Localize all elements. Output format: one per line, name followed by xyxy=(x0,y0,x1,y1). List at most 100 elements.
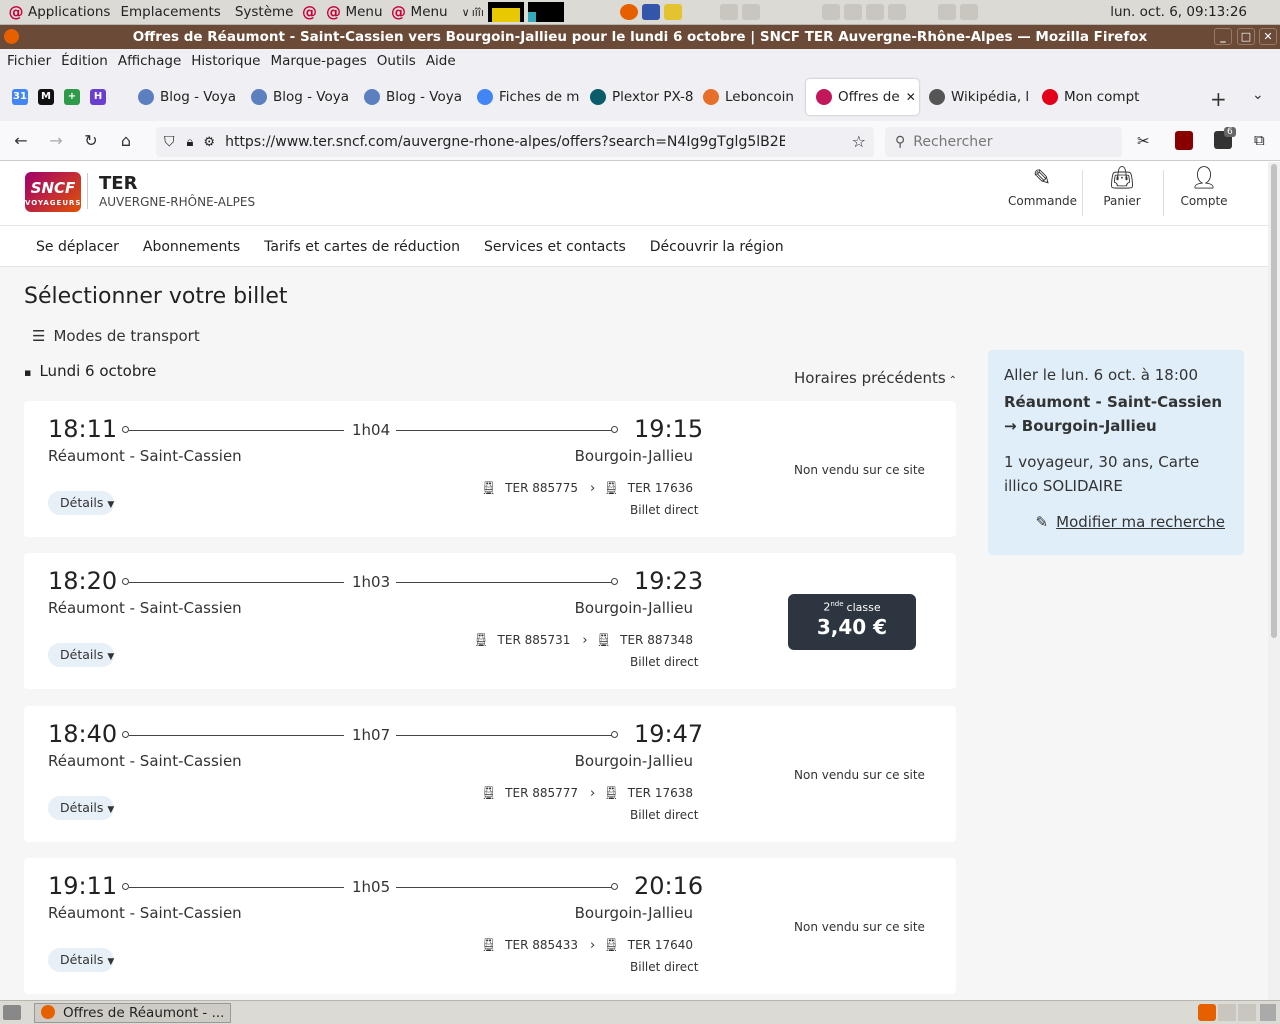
clock[interactable]: lun. oct. 6, 09:13:26 xyxy=(1110,4,1247,20)
price-button[interactable]: 2nde classe 3,40 € xyxy=(788,594,916,650)
speaker-icon[interactable] xyxy=(959,4,978,20)
printer-icon[interactable] xyxy=(741,4,760,20)
shield-icon[interactable]: ⛉ xyxy=(164,134,175,150)
places-menu[interactable]: Emplacements xyxy=(120,4,220,20)
menu-launcher-1[interactable]: @ Menu xyxy=(325,3,383,21)
menu-marque-pages[interactable]: Marque-pages xyxy=(271,53,367,69)
compte-button[interactable]: 👤︎ Compte xyxy=(1178,166,1230,208)
details-label: Détails xyxy=(60,495,104,510)
tab-label: Wikipédia, l xyxy=(951,89,1030,105)
nav-decouvrir[interactable]: Découvrir la région xyxy=(650,239,784,255)
workspace-3[interactable] xyxy=(1238,1004,1256,1021)
details-button[interactable]: Détails ▼ xyxy=(48,491,114,515)
minimize-button[interactable]: _ xyxy=(1214,28,1232,45)
url-text[interactable]: https://www.ter.sncf.com/auvergne-rhone-… xyxy=(225,134,785,150)
url-bar[interactable]: ⛉ 🔒︎ ⚙ https://www.ter.sncf.com/auvergne… xyxy=(156,127,874,157)
volume-icon[interactable] xyxy=(843,4,862,20)
list-tabs-icon[interactable]: ⌄ xyxy=(1252,87,1264,103)
vscode-icon[interactable] xyxy=(641,4,660,20)
taskbar-window-button[interactable]: Offres de Réaumont - ... xyxy=(34,1003,231,1023)
tab[interactable]: Fiches de m xyxy=(467,79,580,115)
close-tab-icon[interactable]: ✕ xyxy=(906,90,916,104)
close-window-button[interactable]: ✕ xyxy=(1259,28,1277,45)
journey-card[interactable]: 18:40 19:47 1h07 Réaumont - Saint-Cassien Bo… xyxy=(24,706,956,842)
forward-icon[interactable]: → xyxy=(42,127,70,155)
nav-services[interactable]: Services et contacts xyxy=(484,239,626,255)
new-tab-button[interactable]: + xyxy=(1210,87,1227,111)
journey-card[interactable]: 19:11 20:16 1h05 Réaumont - Saint-Cassien Bo… xyxy=(24,858,956,994)
signal-icon: ıîîı xyxy=(471,5,484,19)
tab[interactable]: Blog - Voya xyxy=(128,79,241,115)
debian-icon: @ xyxy=(325,3,341,21)
reload-icon[interactable]: ↻ xyxy=(77,127,105,155)
lock-icon[interactable]: 🔒︎ xyxy=(187,135,194,150)
details-button[interactable]: Détails ▼ xyxy=(48,796,114,820)
back-icon[interactable]: ← xyxy=(7,127,35,155)
applications-menu[interactable]: @ Applications xyxy=(8,4,111,20)
tab[interactable]: Blog - Voya xyxy=(354,79,467,115)
panier-button[interactable]: 👜︎ Panier xyxy=(1098,166,1146,208)
brand-ter[interactable]: TER xyxy=(99,173,137,194)
show-desktop-icon[interactable] xyxy=(3,1005,21,1020)
tab[interactable]: Blog - Voya xyxy=(241,79,354,115)
permissions-icon[interactable]: ⚙ xyxy=(203,135,215,150)
tab[interactable]: Plextor PX-8 xyxy=(580,79,693,115)
sncf-logo[interactable]: SNCF VOYAGEURS xyxy=(25,172,81,212)
bookmark-star-icon[interactable]: ☆ xyxy=(852,132,866,151)
pinned-tab-sheets-icon[interactable]: + xyxy=(64,89,80,105)
pinned-tab-icon[interactable]: H xyxy=(90,89,106,105)
menu-aide[interactable]: Aide xyxy=(426,53,456,69)
details-button[interactable]: Détails ▼ xyxy=(48,948,114,972)
printer-icon[interactable] xyxy=(719,4,738,20)
trash-icon[interactable] xyxy=(1260,1004,1276,1021)
connection-chevron-icon: › xyxy=(590,786,596,801)
tab[interactable]: Mon compt xyxy=(1032,79,1145,115)
tab-active[interactable]: Offres de ✕ xyxy=(806,79,919,115)
commande-button[interactable]: ✎ Commande xyxy=(1008,166,1077,208)
workspace-1[interactable] xyxy=(1198,1004,1216,1021)
page-scrollbar[interactable] xyxy=(1268,162,1280,1000)
debian-icon[interactable]: @ xyxy=(301,4,317,20)
ublock-icon[interactable] xyxy=(1175,131,1193,150)
mascot-icon[interactable] xyxy=(663,4,682,20)
train-numbers: 🚆︎ TER 885731 › 🚆︎ TER 887348 xyxy=(473,633,693,648)
nav-abonnements[interactable]: Abonnements xyxy=(143,239,240,255)
arrival-time: 19:23 xyxy=(634,567,704,595)
journey-card[interactable]: 18:20 19:23 1h03 Réaumont - Saint-Cassien Bo… xyxy=(24,553,956,689)
sleep-icon[interactable] xyxy=(937,4,956,20)
maximize-button[interactable]: □ xyxy=(1237,28,1255,45)
home-icon[interactable]: ⌂ xyxy=(112,127,140,155)
menu-historique[interactable]: Historique xyxy=(191,53,260,69)
pinned-tab-icon[interactable]: M xyxy=(38,89,54,105)
extensions-puzzle-icon[interactable]: ⧉ xyxy=(1254,131,1265,149)
destination-station: Bourgoin-Jallieu xyxy=(574,599,693,617)
tab[interactable]: Wikipédia, l xyxy=(919,79,1032,115)
journey-card[interactable]: 18:11 19:15 1h04 Réaumont - Saint-Cassien Bo… xyxy=(24,401,956,537)
previous-times-button[interactable]: Horaires précédents ⌃ xyxy=(794,369,957,387)
menu-fichier[interactable]: Fichier xyxy=(7,53,51,69)
brand-region[interactable]: AUVERGNE-RHÔNE-ALPES xyxy=(99,195,255,209)
menu-launcher-2[interactable]: @ Menu xyxy=(391,4,448,20)
transport-modes-button[interactable]: ☰ Modes de transport xyxy=(32,327,200,345)
details-button[interactable]: Détails ▼ xyxy=(48,643,114,667)
menu-affichage[interactable]: Affichage xyxy=(118,53,181,69)
magnifier-icon[interactable] xyxy=(865,4,884,20)
class-word: classe xyxy=(846,600,881,614)
system-menu[interactable]: Système xyxy=(235,4,294,20)
firefox-launcher-icon[interactable] xyxy=(619,4,638,20)
workspace-2[interactable] xyxy=(1218,1004,1236,1021)
scrollbar-thumb[interactable] xyxy=(1271,164,1277,638)
window-title-bar: Offres de Réaumont - Saint-Cassien vers … xyxy=(0,25,1280,49)
monitor-icon[interactable] xyxy=(821,4,840,20)
menu-outils[interactable]: Outils xyxy=(377,53,416,69)
screenshot-icon[interactable]: ✂ xyxy=(1137,132,1150,150)
battery-icon[interactable] xyxy=(887,4,906,20)
search-box[interactable]: ⚲ Rechercher xyxy=(885,127,1122,157)
menu-edition[interactable]: Édition xyxy=(61,53,108,69)
nav-se-deplacer[interactable]: Se déplacer xyxy=(36,239,119,255)
pinned-tab-calendar-icon[interactable]: 31 xyxy=(12,89,28,105)
chevron-down-icon[interactable]: ∨ xyxy=(462,6,470,19)
tab[interactable]: Leboncoin xyxy=(693,79,806,115)
modify-search-link[interactable]: ✎ Modifier ma recherche xyxy=(1036,513,1225,531)
nav-tarifs[interactable]: Tarifs et cartes de réduction xyxy=(264,239,460,255)
